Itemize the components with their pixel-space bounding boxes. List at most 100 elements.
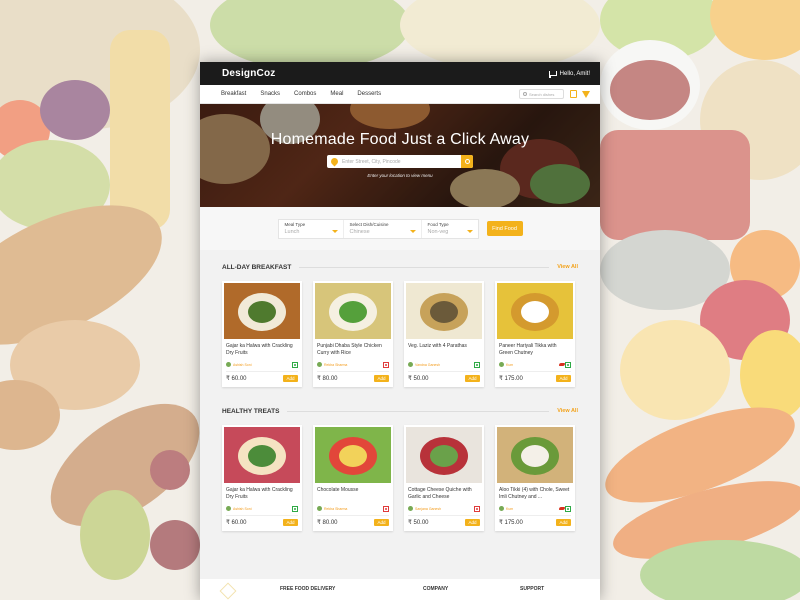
category-nav: Breakfast Snacks Combos Meal Desserts Se… [200,85,600,104]
dish-image[interactable] [224,427,300,483]
chef-row: Vandna Ganesh [404,360,484,369]
dish-name[interactable]: Veg. Laziz with 4 Parathas [404,341,484,360]
chef-name[interactable]: Ashish Soni [233,363,292,367]
user-menu[interactable]: Hello, Amit! [548,70,590,78]
chevron-down-icon [409,229,416,233]
dish-search-input[interactable]: Search dishes [519,89,564,99]
card-footer: ₹ 175.00 Add [499,371,571,382]
chef-row: Rekha Sharma [313,504,393,513]
dish-card[interactable]: Aloo Tikki (4) with Chole, Sweet Imli Ch… [495,425,575,531]
chef-name[interactable]: Ashish Soni [233,507,292,511]
hero-title: Homemade Food Just a Click Away [270,131,530,148]
crosshair-icon [464,159,470,164]
hero-banner: Homemade Food Just a Click Away Enter St… [200,104,600,207]
dish-price: ₹ 60.00 [226,376,247,382]
location-hint: Enter your location to view menu [367,173,433,178]
chef-name[interactable]: Vandna Ganesh [415,363,474,367]
card-footer: ₹ 80.00 Add [317,515,389,526]
dish-name[interactable]: Aloo Tikki (4) with Chole, Sweet Imli Ch… [495,485,575,504]
add-to-cart-button[interactable]: Add [374,375,389,382]
user-greeting[interactable]: Hello, Amit! [560,71,590,77]
meal-type-select[interactable]: Meal Type Lunch [279,219,344,238]
location-search-input[interactable]: Enter Street, City, Pincode [327,155,473,168]
dish-cuisine-select[interactable]: Select Dish/Cuisine Chinese [344,219,422,238]
nav-item-combos[interactable]: Combos [294,91,316,97]
chef-name[interactable]: Rekha Sharma [324,507,383,511]
dish-card[interactable]: Veg. Laziz with 4 Parathas Vandna Ganesh… [404,281,484,387]
section-title: ALL-DAY BREAKFAST [222,263,292,271]
dish-image[interactable] [406,283,482,339]
dish-price: ₹ 175.00 [499,376,523,382]
dish-section: HEALTHY TREATS View All Gajar ka Halwa w… [200,401,600,531]
card-footer: ₹ 50.00 Add [408,371,480,382]
nav-item-breakfast[interactable]: Breakfast [221,91,246,97]
dish-image[interactable] [497,427,573,483]
chef-name[interactable]: Kum [506,507,558,511]
dish-image[interactable] [406,427,482,483]
find-food-button[interactable]: Find Food [486,221,523,236]
dish-name[interactable]: Gajar ka Halwa with Crackling Dry Fruits [222,485,302,504]
dish-name[interactable]: Chocolate Mousse [313,485,393,504]
dish-image[interactable] [497,283,573,339]
card-row: Gajar ka Halwa with Crackling Dry Fruits… [222,425,578,531]
chef-name[interactable]: Rekha Sharma [324,363,383,367]
website-page: DesignCoz Hello, Amit! Breakfast Snacks … [200,62,600,600]
footer-free-delivery: FREE FOOD DELIVERY [280,586,336,592]
dish-name[interactable]: Punjabi Dhaba Style Chicken Curry with R… [313,341,393,360]
nav-item-snacks[interactable]: Snacks [260,91,280,97]
chef-name[interactable]: Kum [506,363,558,367]
dish-cuisine-value: Chinese [349,228,370,235]
avatar [408,506,413,511]
food-type-select[interactable]: Food Type Non-veg [422,220,478,238]
filter-icon[interactable] [582,90,590,98]
bag-icon[interactable] [570,90,577,98]
dish-price: ₹ 80.00 [317,520,338,526]
veg-icon [474,361,480,368]
add-to-cart-button[interactable]: Add [556,519,571,526]
dish-card[interactable]: Punjabi Dhaba Style Chicken Curry with R… [313,281,393,387]
chef-row: Ashish Soni [222,360,302,369]
avatar [499,506,504,511]
add-to-cart-button[interactable]: Add [556,375,571,382]
search-icon [523,92,527,96]
dish-card[interactable]: Gajar ka Halwa with Crackling Dry Fruits… [222,425,302,531]
location-search-placeholder: Enter Street, City, Pincode [342,158,401,165]
add-to-cart-button[interactable]: Add [465,519,480,526]
dish-name[interactable]: Cottage Cheese Quiche with Garlic and Ch… [404,485,484,504]
cart-icon[interactable] [548,70,557,78]
add-to-cart-button[interactable]: Add [374,519,389,526]
veg-icon [292,505,298,512]
meal-type-label: Meal Type [284,221,306,227]
veg-icon [565,361,571,368]
dish-price: ₹ 60.00 [226,520,247,526]
filter-box: Meal Type Lunch Select Dish/Cuisine Chin… [277,218,479,239]
dish-image[interactable] [315,427,391,483]
dish-image[interactable] [224,283,300,339]
view-all-link[interactable]: View All [557,408,578,414]
avatar [317,362,322,367]
dish-card[interactable]: Chocolate Mousse Rekha Sharma ₹ 80.00 Ad… [313,425,393,531]
dish-search-placeholder: Search dishes [529,91,555,97]
dish-card[interactable]: Gajar ka Halwa with Crackling Dry Fruits… [222,281,302,387]
card-footer: ₹ 80.00 Add [317,371,389,382]
add-to-cart-button[interactable]: Add [283,375,298,382]
add-to-cart-button[interactable]: Add [465,375,480,382]
dish-card[interactable]: Paneer Hariyali Tikka with Green Chutney… [495,281,575,387]
section-divider [287,410,550,412]
locate-me-button[interactable] [461,155,473,168]
section-divider [299,266,550,268]
chef-name[interactable]: Sanjana Ganesh [415,507,474,511]
chevron-down-icon [466,229,473,233]
brand-logo[interactable]: DesignCoz [222,68,275,79]
nav-item-desserts[interactable]: Desserts [357,91,381,97]
dish-name[interactable]: Gajar ka Halwa with Crackling Dry Fruits [222,341,302,360]
dish-card[interactable]: Cottage Cheese Quiche with Garlic and Ch… [404,425,484,531]
nav-item-meal[interactable]: Meal [330,91,343,97]
add-to-cart-button[interactable]: Add [283,519,298,526]
chef-row: Sanjana Ganesh [404,504,484,513]
view-all-link[interactable]: View All [557,264,578,270]
dish-image[interactable] [315,283,391,339]
dish-cuisine-label: Select Dish/Cuisine [349,221,389,227]
chevron-down-icon [331,229,338,233]
dish-name[interactable]: Paneer Hariyali Tikka with Green Chutney [495,341,575,360]
